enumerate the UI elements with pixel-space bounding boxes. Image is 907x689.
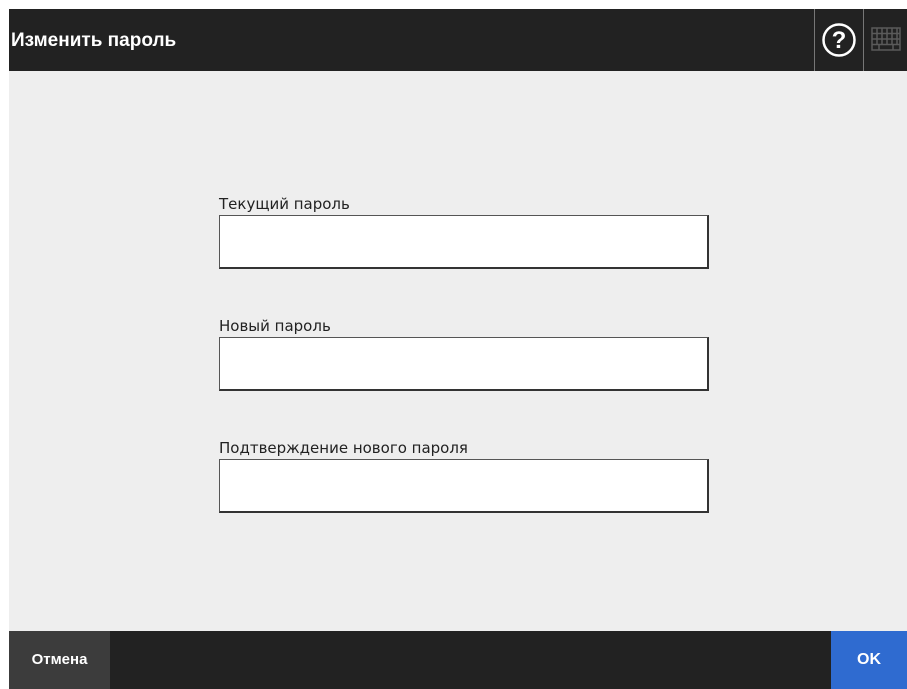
- help-button[interactable]: ?: [814, 9, 864, 71]
- cancel-button[interactable]: Отмена: [9, 631, 110, 689]
- page-title: Изменить пароль: [11, 30, 177, 51]
- footer-bar: Отмена OK: [9, 631, 907, 689]
- current-password-label: Текущий пароль: [219, 195, 350, 213]
- keyboard-button[interactable]: [864, 9, 907, 71]
- current-password-input[interactable]: [219, 215, 709, 269]
- keyboard-icon: [871, 27, 901, 51]
- confirm-password-label: Подтверждение нового пароля: [219, 439, 468, 457]
- new-password-input[interactable]: [219, 337, 709, 391]
- ok-button[interactable]: OK: [831, 631, 907, 689]
- header-bar: Изменить пароль ?: [9, 9, 907, 71]
- confirm-password-input[interactable]: [219, 459, 709, 513]
- help-question-icon: ?: [822, 23, 856, 57]
- change-password-window: Изменить пароль ? Текущий пароль Новый п…: [9, 9, 907, 689]
- new-password-label: Новый пароль: [219, 317, 331, 335]
- svg-text:?: ?: [832, 27, 847, 54]
